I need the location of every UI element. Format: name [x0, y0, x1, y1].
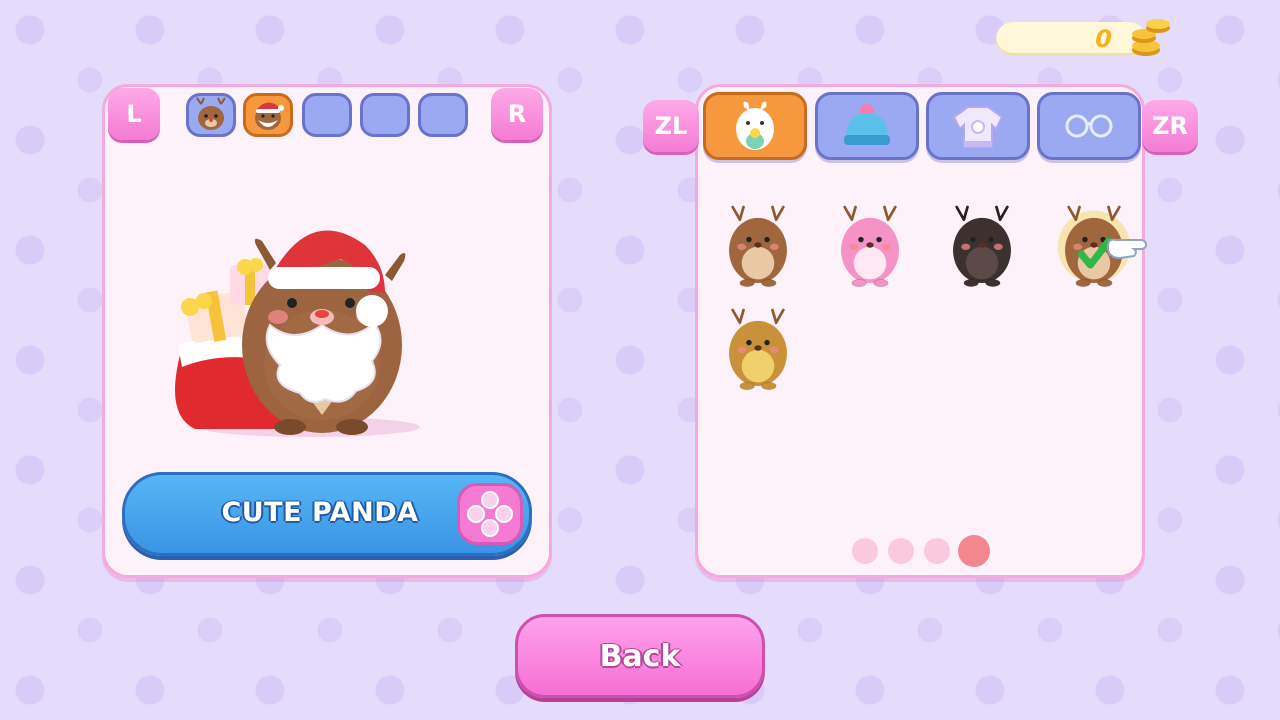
- back-button[interactable]: Back: [515, 614, 765, 698]
- preset-slot-4[interactable]: [360, 93, 410, 137]
- l-button[interactable]: L: [108, 88, 160, 140]
- preset-slot-2-selected[interactable]: [243, 93, 293, 137]
- controller-buttons-icon: [457, 483, 523, 545]
- beanie-hat-icon: [844, 104, 890, 145]
- tab-sweaters[interactable]: [926, 92, 1030, 160]
- tab-characters[interactable]: [703, 92, 807, 160]
- r-button[interactable]: R: [491, 88, 543, 140]
- preset-slot-1[interactable]: [186, 93, 236, 137]
- page-dot-2[interactable]: [888, 538, 914, 564]
- tab-hats[interactable]: [815, 92, 919, 160]
- sweater-icon: [952, 106, 1004, 148]
- preset-slot-5[interactable]: [418, 93, 468, 137]
- zr-button[interactable]: ZR: [1142, 100, 1198, 152]
- preset-slot-3[interactable]: [302, 93, 352, 137]
- character-preview: [175, 230, 420, 437]
- character-option-golden[interactable]: [720, 303, 796, 393]
- page-dot-3[interactable]: [924, 538, 950, 564]
- coin-counter: 0: [996, 22, 1146, 56]
- glasses-icon: [1065, 114, 1113, 138]
- tab-glasses[interactable]: [1037, 92, 1141, 160]
- santa-reindeer-face-icon: [255, 102, 284, 130]
- character-option-pink[interactable]: [832, 200, 908, 290]
- character-name-bar[interactable]: CUTE PANDA: [122, 472, 532, 556]
- reindeer-face-icon: [196, 97, 226, 130]
- pointer-hand-icon: [1104, 230, 1148, 270]
- page-dot-1[interactable]: [852, 538, 878, 564]
- zl-button[interactable]: ZL: [643, 100, 699, 152]
- coin-count: 0: [1095, 25, 1112, 53]
- page-dot-4[interactable]: [958, 535, 990, 567]
- character-icon: [736, 101, 774, 150]
- page-indicator: [852, 535, 992, 569]
- character-option-brown[interactable]: [720, 200, 796, 290]
- character-option-black[interactable]: [944, 200, 1020, 290]
- coin-stack-icon: [1132, 19, 1170, 56]
